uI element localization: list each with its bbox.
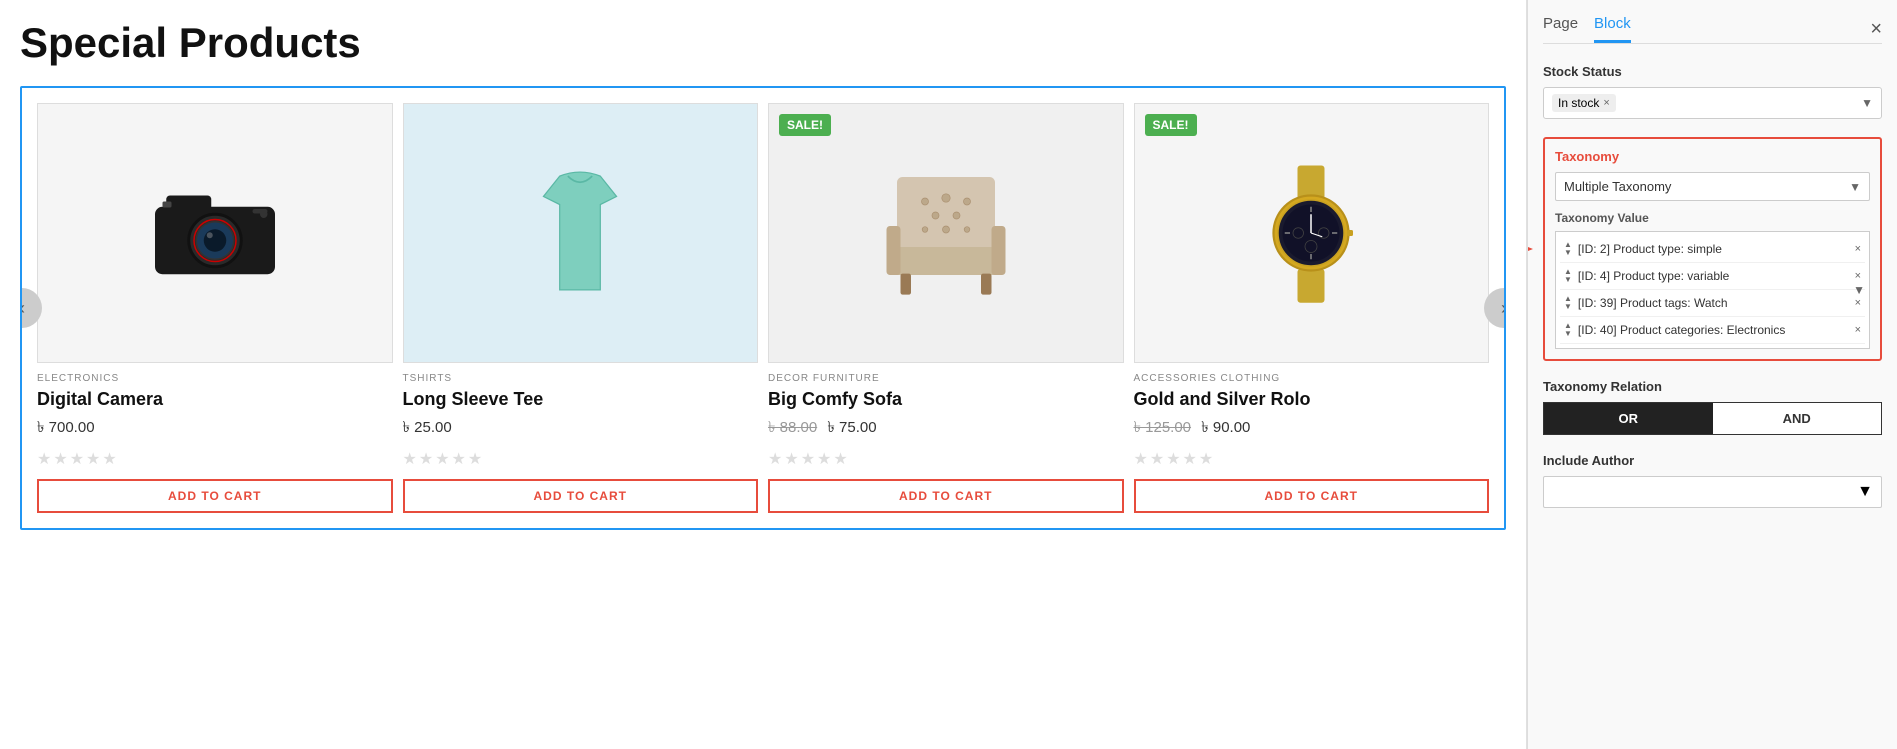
old-price-watch: ৳ 125.00	[1134, 419, 1192, 436]
include-author-label: Include Author	[1543, 453, 1882, 468]
product-category-camera: ELECTRONICS	[37, 373, 393, 384]
product-category-shirt: TSHIRTS	[403, 373, 759, 384]
product-name-watch: Gold and Silver Rolo	[1134, 389, 1490, 410]
taxonomy-relation-toggle: OR AND	[1543, 402, 1882, 435]
stock-status-select[interactable]: In stock × ▼	[1543, 87, 1882, 119]
price-value-camera: 700.00	[49, 419, 95, 436]
taxonomy-red-arrow-icon	[1527, 237, 1543, 261]
stars-camera: ★ ★ ★ ★ ★	[37, 449, 393, 469]
stars-shirt: ★ ★ ★ ★ ★	[403, 449, 759, 469]
tv-dropdown-arrow-icon: ▼	[1853, 283, 1865, 297]
price-value-watch: 90.00	[1213, 419, 1251, 436]
close-button[interactable]: ×	[1870, 18, 1882, 41]
product-name-sofa: Big Comfy Sofa	[768, 389, 1124, 410]
stock-status-tag: In stock ×	[1552, 94, 1616, 112]
stock-status-remove[interactable]: ×	[1603, 97, 1609, 109]
tv-text-4: [ID: 40] Product categories: Electronics	[1578, 323, 1849, 337]
tv-remove-4[interactable]: ×	[1855, 324, 1861, 336]
add-to-cart-button-camera[interactable]: ADD TO CART	[37, 479, 393, 513]
product-card-shirt: TSHIRTS Long Sleeve Tee ৳ 25.00 ★ ★ ★ ★ …	[403, 103, 759, 528]
stars-sofa: ★ ★ ★ ★ ★	[768, 449, 1124, 469]
tab-block[interactable]: Block	[1594, 15, 1631, 43]
taxonomy-label: Taxonomy	[1555, 149, 1870, 164]
add-to-cart-button-watch[interactable]: ADD TO CART	[1134, 479, 1490, 513]
sale-badge-sofa: SALE!	[779, 114, 831, 136]
product-image-sofa: SALE!	[768, 103, 1124, 363]
product-price-camera: ৳ 700.00	[37, 416, 393, 441]
taxonomy-value-item-3: ▲ ▼ [ID: 39] Product tags: Watch ×	[1560, 290, 1865, 317]
old-price-sofa: ৳ 88.00	[768, 419, 817, 436]
tv-remove-1[interactable]: ×	[1855, 243, 1861, 255]
product-image-watch: SALE!	[1134, 103, 1490, 363]
currency-sofa: ৳	[827, 419, 834, 436]
tv-down-2[interactable]: ▼	[1564, 276, 1572, 284]
page-title: Special Products	[20, 20, 1506, 66]
product-card-sofa: SALE!	[768, 103, 1124, 528]
price-value-shirt: 25.00	[414, 419, 452, 436]
taxonomy-value-item-1: ▲ ▼ [ID: 2] Product type: simple ×	[1560, 236, 1865, 263]
add-to-cart-button-sofa[interactable]: ADD TO CART	[768, 479, 1124, 513]
product-price-shirt: ৳ 25.00	[403, 416, 759, 441]
tv-down-4[interactable]: ▼	[1564, 330, 1572, 338]
product-card-camera: ELECTRONICS Digital Camera ৳ 700.00 ★ ★ …	[37, 103, 393, 528]
tv-down-3[interactable]: ▼	[1564, 303, 1572, 311]
stock-status-value: In stock	[1558, 96, 1599, 110]
currency-watch: ৳	[1201, 419, 1208, 436]
taxonomy-section: Taxonomy Multiple Taxonomy ▼ Taxonomy Va…	[1543, 137, 1882, 361]
taxonomy-value-item-4: ▲ ▼ [ID: 40] Product categories: Electro…	[1560, 317, 1865, 344]
tv-text-1: [ID: 2] Product type: simple	[1578, 242, 1849, 256]
add-to-cart-button-shirt[interactable]: ADD TO CART	[403, 479, 759, 513]
stock-select-arrow-icon: ▼	[1861, 96, 1873, 110]
tv-text-3: [ID: 39] Product tags: Watch	[1578, 296, 1849, 310]
taxonomy-select-value: Multiple Taxonomy	[1564, 179, 1849, 194]
tv-text-2: [ID: 4] Product type: variable	[1578, 269, 1849, 283]
sidebar-panel: Page Block × Stock Status In stock × ▼ T…	[1527, 0, 1897, 749]
product-image-shirt	[403, 103, 759, 363]
product-image-camera	[37, 103, 393, 363]
sale-badge-watch: SALE!	[1145, 114, 1197, 136]
taxonomy-select-arrow-icon: ▼	[1849, 180, 1861, 194]
products-grid: ‹	[20, 86, 1506, 530]
tv-remove-3[interactable]: ×	[1855, 297, 1861, 309]
product-card-watch: SALE!	[1134, 103, 1490, 528]
tab-page[interactable]: Page	[1543, 15, 1578, 43]
tv-remove-2[interactable]: ×	[1855, 270, 1861, 282]
currency-shirt: ৳	[403, 419, 410, 436]
include-author-select[interactable]: ▼	[1543, 476, 1882, 508]
product-listing-panel: Special Products ‹	[0, 0, 1527, 749]
product-price-sofa: ৳ 88.00 ৳ 75.00	[768, 416, 1124, 441]
include-author-arrow-icon: ▼	[1857, 483, 1873, 501]
currency-camera: ৳	[37, 419, 44, 436]
product-name-camera: Digital Camera	[37, 389, 393, 410]
panel-tabs: Page Block ×	[1543, 15, 1882, 44]
product-name-shirt: Long Sleeve Tee	[403, 389, 759, 410]
relation-or-button[interactable]: OR	[1544, 403, 1713, 434]
taxonomy-select[interactable]: Multiple Taxonomy ▼	[1555, 172, 1870, 201]
product-price-watch: ৳ 125.00 ৳ 90.00	[1134, 416, 1490, 441]
relation-and-button[interactable]: AND	[1713, 403, 1882, 434]
stars-watch: ★ ★ ★ ★ ★	[1134, 449, 1490, 469]
product-category-sofa: DECOR FURNITURE	[768, 373, 1124, 384]
taxonomy-value-label: Taxonomy Value	[1555, 211, 1870, 225]
taxonomy-values-box: ▲ ▼ [ID: 2] Product type: simple × ▲ ▼ […	[1555, 231, 1870, 349]
taxonomy-relation-label: Taxonomy Relation	[1543, 379, 1882, 394]
stock-status-label: Stock Status	[1543, 64, 1882, 79]
product-category-watch: ACCESSORIES CLOTHING	[1134, 373, 1490, 384]
price-value-sofa: 75.00	[839, 419, 877, 436]
tv-down-1[interactable]: ▼	[1564, 249, 1572, 257]
taxonomy-value-item-2: ▲ ▼ [ID: 4] Product type: variable ×	[1560, 263, 1865, 290]
